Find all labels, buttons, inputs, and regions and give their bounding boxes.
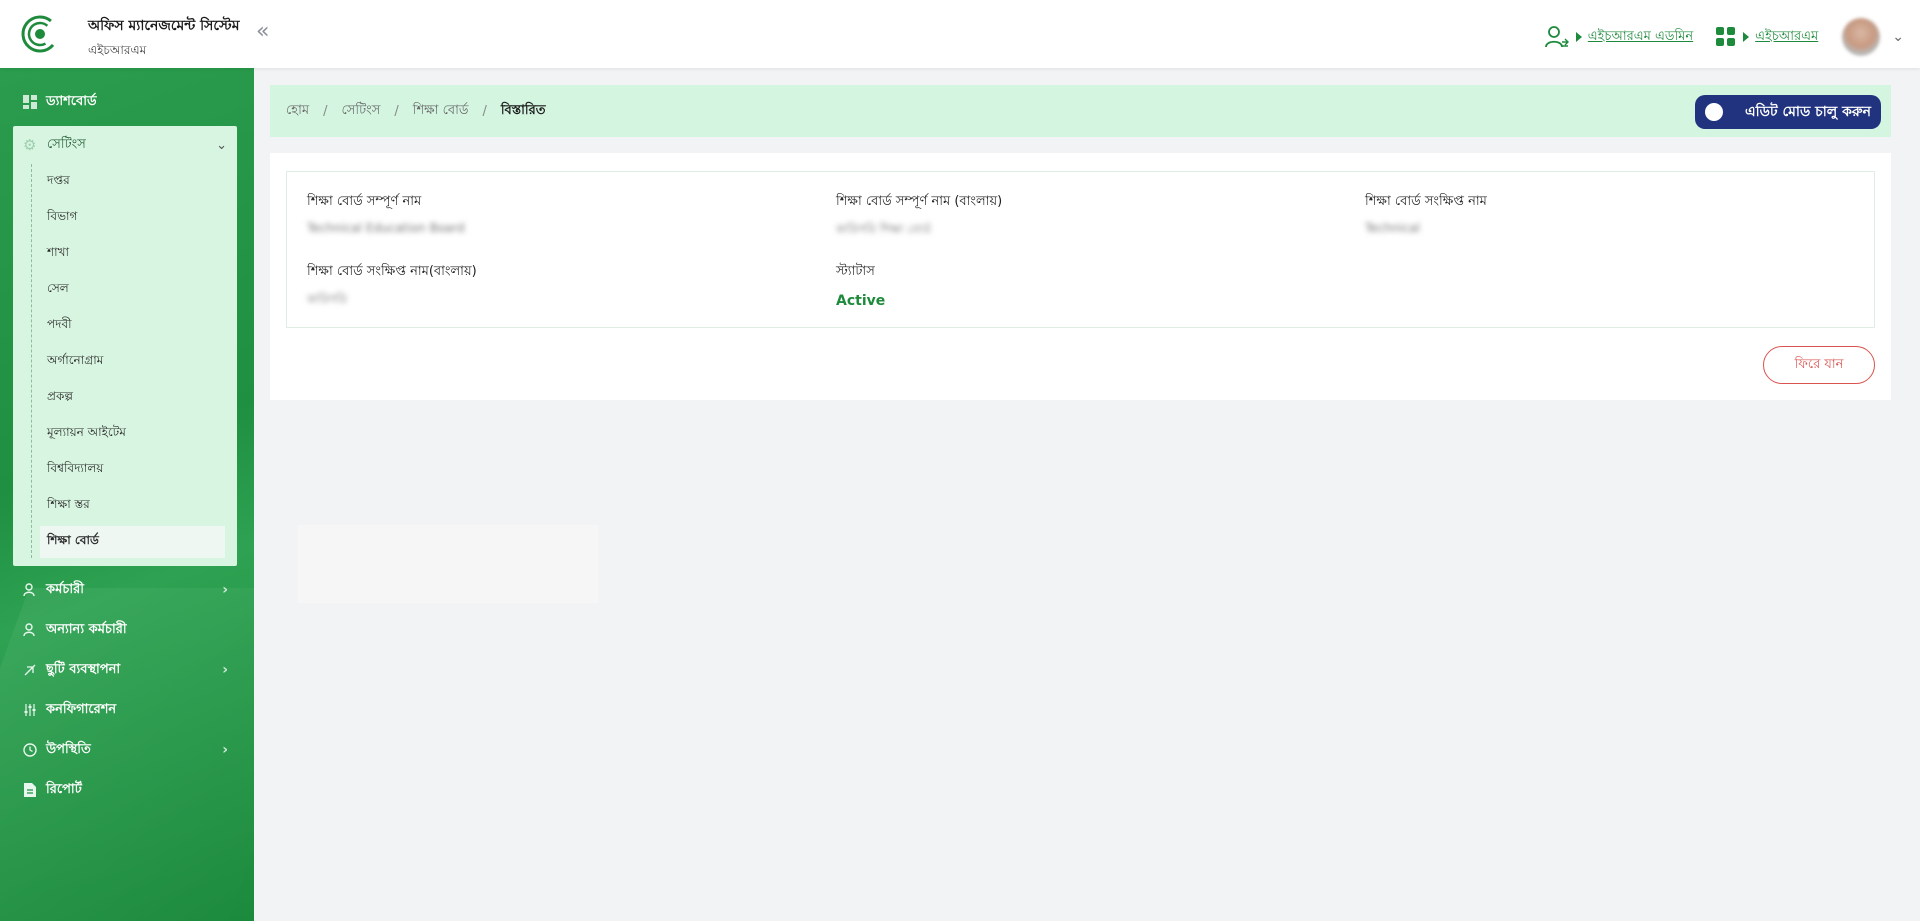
caret-right-icon [1743, 32, 1750, 42]
submenu-item-university[interactable]: বিশ্ববিদ্যালয় [32, 452, 237, 488]
app-switch-link[interactable]: এইচআরএম [1715, 26, 1818, 48]
submenu-item-education-board[interactable]: শিক্ষা বোর্ড [40, 526, 225, 558]
settings-submenu: দপ্তর বিভাগ শাখা সেল পদবী অর্গানোগ্রাম প… [31, 164, 237, 558]
sidebar-item-employee[interactable]: কর্মচারী › [0, 570, 254, 610]
field-label: স্ট্যাটাস [836, 264, 875, 279]
sidebar-item-configuration[interactable]: কনফিগারেশন [0, 690, 254, 730]
field-short-name-bn: শিক্ষা বোর্ড সংক্ষিপ্ত নাম(বাংলায়) কারি… [307, 262, 477, 311]
edit-mode-label: এডিট মোড চালু করুন [1745, 104, 1871, 120]
brand: অফিস ম্যানেজমেন্ট সিস্টেম এইচআরএম [88, 14, 240, 62]
field-value: Technical Education Board [307, 221, 465, 235]
submenu-item-cell[interactable]: সেল [32, 272, 237, 308]
field-label: শিক্ষা বোর্ড সম্পূর্ণ নাম (বাংলায়) [836, 194, 1003, 209]
top-header: অফিস ম্যানেজমেন্ট সিস্টেম এইচআরএম « এইচআ… [0, 0, 1920, 68]
sidebar-item-label: সেটিংস [47, 136, 86, 152]
collapse-sidebar-button[interactable]: « [256, 20, 280, 44]
submenu-item-designation[interactable]: পদবী [32, 308, 237, 344]
role-link-label[interactable]: এইচআরএম এডমিন [1588, 27, 1693, 48]
sidebar-item-leave-management[interactable]: ছুটি ব্যবস্থাপনা › [0, 650, 254, 690]
sliders-icon [22, 702, 38, 718]
details-card: শিক্ষা বোর্ড সম্পূর্ণ নাম Technical Educ… [270, 153, 1891, 400]
field-full-name: শিক্ষা বোর্ড সম্পূর্ণ নাম Technical Educ… [307, 192, 465, 235]
submenu-item-department[interactable]: বিভাগ [32, 200, 237, 236]
avatar[interactable] [1842, 18, 1881, 56]
breadcrumb-separator: / [394, 103, 399, 119]
breadcrumb-home[interactable]: হোম [286, 101, 309, 122]
users-icon [22, 622, 38, 638]
role-switch-link[interactable]: এইচআরএম এডমিন [1544, 25, 1693, 49]
apps-grid-icon [1716, 27, 1736, 46]
gear-icon: ⚙ [23, 136, 37, 154]
status-badge: Active [836, 293, 886, 309]
chevron-down-icon[interactable]: ⌄ [1892, 29, 1904, 45]
sidebar-item-label: উপস্থিতি [46, 741, 91, 757]
placeholder-block [298, 525, 598, 603]
back-button[interactable]: ফিরে যান [1763, 346, 1875, 384]
field-value: Technical [1365, 221, 1421, 235]
sidebar: ড্যাশবোর্ড ⚙ সেটিংস ⌄ দপ্তর বিভাগ শাখা স… [0, 68, 254, 921]
breadcrumb-separator: / [482, 103, 487, 119]
sidebar-item-settings[interactable]: ⚙ সেটিংস ⌄ [13, 126, 237, 164]
sidebar-item-label: কর্মচারী [46, 581, 84, 597]
field-short-name: শিক্ষা বোর্ড সংক্ষিপ্ত নাম Technical [1365, 192, 1487, 235]
chevron-down-icon: ⌄ [216, 137, 227, 153]
sidebar-item-label: কনফিগারেশন [46, 701, 117, 717]
sidebar-item-label: অন্যান্য কর্মচারী [46, 621, 127, 637]
chevron-right-icon: › [222, 742, 228, 758]
field-value: কারিগরি [307, 292, 347, 306]
breadcrumb-current: বিস্তারিত [500, 102, 546, 118]
sidebar-item-dashboard[interactable]: ড্যাশবোর্ড [0, 82, 254, 122]
user-switch-icon [1544, 26, 1569, 48]
details-box: শিক্ষা বোর্ড সম্পূর্ণ নাম Technical Educ… [286, 171, 1875, 328]
logo[interactable] [20, 14, 60, 54]
chevron-right-icon: › [222, 582, 228, 598]
field-label: শিক্ষা বোর্ড সংক্ষিপ্ত নাম(বাংলায়) [307, 264, 477, 279]
submenu-item-organogram[interactable]: অর্গানোগ্রাম [32, 344, 237, 380]
caret-right-icon [1575, 32, 1582, 42]
breadcrumb-education-board[interactable]: শিক্ষা বোর্ড [413, 101, 469, 122]
field-label: শিক্ষা বোর্ড সংক্ষিপ্ত নাম [1365, 194, 1487, 209]
submenu-item-education-level[interactable]: শিক্ষা স্তর [32, 488, 237, 524]
field-label: শিক্ষা বোর্ড সম্পূর্ণ নাম [307, 194, 422, 209]
breadcrumb-separator: / [323, 103, 328, 119]
sidebar-item-label: ছুটি ব্যবস্থাপনা [46, 661, 121, 677]
chevron-right-icon: › [222, 662, 228, 678]
field-value: কারিগরি শিক্ষা বোর্ড [836, 222, 932, 236]
sidebar-item-report[interactable]: রিপোর্ট [0, 770, 254, 810]
field-full-name-bn: শিক্ষা বোর্ড সম্পূর্ণ নাম (বাংলায়) কারি… [836, 192, 1002, 241]
breadcrumb-bar: হোম / সেটিংস / শিক্ষা বোর্ড / বিস্তারিত … [270, 85, 1891, 137]
sidebar-item-label: ড্যাশবোর্ড [46, 93, 97, 109]
logo-icon [21, 15, 59, 53]
app-title: অফিস ম্যানেজমেন্ট সিস্টেম [88, 18, 240, 34]
sidebar-item-attendance[interactable]: উপস্থিতি › [0, 730, 254, 770]
submenu-item-evaluation-item[interactable]: মূল্যায়ন আইটেম [32, 416, 237, 452]
document-icon [22, 782, 38, 798]
submenu-item-office[interactable]: দপ্তর [32, 164, 237, 200]
settings-group: ⚙ সেটিংস ⌄ দপ্তর বিভাগ শাখা সেল পদবী অর্… [13, 126, 237, 566]
field-status: স্ট্যাটাস Active [836, 262, 885, 309]
breadcrumb-settings[interactable]: সেটিংস [341, 101, 380, 122]
leave-icon [22, 662, 38, 678]
edit-mode-toggle-button[interactable]: এডিট মোড চালু করুন [1695, 95, 1881, 129]
breadcrumb: হোম / সেটিংস / শিক্ষা বোর্ড / বিস্তারিত [286, 101, 546, 122]
clock-icon [22, 742, 38, 758]
header-actions: এইচআরএম এডমিন এইচআরএম ⌄ [1544, 18, 1904, 56]
dashboard-icon [22, 94, 38, 110]
submenu-item-branch[interactable]: শাখা [32, 236, 237, 272]
sidebar-item-label: রিপোর্ট [46, 781, 82, 797]
app-link-label[interactable]: এইচআরএম [1755, 27, 1818, 48]
toggle-knob-icon [1705, 103, 1723, 121]
submenu-item-project[interactable]: প্রকল্প [32, 380, 237, 416]
app-subtitle: এইচআরএম [88, 43, 147, 57]
sidebar-item-other-employee[interactable]: অন্যান্য কর্মচারী [0, 610, 254, 650]
users-icon [22, 582, 38, 598]
